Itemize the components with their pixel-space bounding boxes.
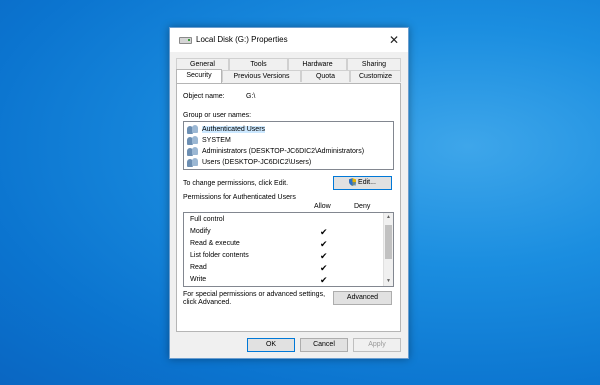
permission-label: List folder contents — [190, 252, 249, 259]
permission-row: Write — [190, 274, 206, 286]
scrollbar-thumb[interactable] — [385, 225, 392, 259]
group-item-system[interactable]: SYSTEM — [187, 135, 231, 145]
tab-previous-versions[interactable]: Previous Versions — [222, 70, 301, 82]
permission-label: Full control — [190, 216, 225, 223]
tab-hardware[interactable]: Hardware — [288, 58, 347, 70]
special-permissions-text: For special permissions or advanced sett… — [183, 291, 326, 298]
title-bar[interactable]: Local Disk (G:) Properties ✕ — [170, 28, 408, 52]
permission-label: Write — [190, 276, 207, 283]
permission-row: Full control — [190, 214, 224, 226]
edit-button-label: Edit... — [358, 179, 376, 186]
allow-check-read: ✔ — [320, 263, 328, 273]
tab-customize[interactable]: Customize — [350, 70, 401, 82]
allow-check-list-folder: ✔ — [320, 251, 328, 261]
permission-label: Read & execute — [190, 240, 240, 247]
object-name-value: G:\ — [246, 93, 256, 100]
group-item-users[interactable]: Users (DESKTOP-JC6DIC2\Users) — [187, 157, 311, 167]
permission-row: Read & execute — [190, 238, 240, 250]
tab-security[interactable]: Security — [176, 69, 222, 83]
user-group-icon — [187, 146, 200, 156]
tab-tools[interactable]: Tools — [229, 58, 288, 70]
scroll-up-icon[interactable]: ▲ — [384, 213, 393, 222]
group-item-label: Administrators (DESKTOP-JC6DIC2\Administ… — [202, 147, 365, 155]
advanced-button[interactable]: Advanced — [333, 291, 392, 305]
permission-label: Read — [190, 264, 207, 271]
allow-column-label: Allow — [314, 203, 331, 210]
permissions-list[interactable]: Full control Modify Read & execute List … — [183, 212, 394, 287]
change-permissions-text: To change permissions, click Edit. — [183, 180, 289, 187]
permission-row: List folder contents — [190, 250, 249, 262]
groups-label: Group or user names: — [183, 112, 252, 119]
drive-icon — [179, 37, 192, 44]
security-panel: Object name: G:\ Group or user names: Au… — [176, 83, 401, 332]
apply-button[interactable]: Apply — [353, 338, 401, 352]
groups-listbox[interactable]: Authenticated Users SYSTEM Administrator… — [183, 121, 394, 170]
properties-dialog: Local Disk (G:) Properties ✕ General Too… — [169, 27, 409, 359]
tab-sharing[interactable]: Sharing — [347, 58, 401, 70]
close-button[interactable]: ✕ — [380, 28, 408, 52]
object-name-label: Object name: — [183, 93, 225, 100]
shield-icon — [349, 178, 357, 187]
user-group-icon — [187, 135, 200, 145]
tab-quota[interactable]: Quota — [301, 70, 350, 82]
cancel-button[interactable]: Cancel — [300, 338, 348, 352]
permissions-scrollbar[interactable]: ▲ ▼ — [383, 213, 393, 286]
group-item-label: Authenticated Users — [202, 125, 266, 133]
allow-check-read-execute: ✔ — [320, 239, 328, 249]
scroll-down-icon[interactable]: ▼ — [384, 277, 393, 286]
permission-row: Read — [190, 262, 207, 274]
window-title: Local Disk (G:) Properties — [196, 35, 288, 44]
ok-button[interactable]: OK — [247, 338, 295, 352]
special-permissions-text-2: click Advanced. — [183, 299, 232, 306]
group-item-authenticated-users[interactable]: Authenticated Users — [187, 124, 266, 134]
user-group-icon — [187, 157, 200, 167]
deny-column-label: Deny — [354, 203, 371, 210]
permission-row: Modify — [190, 226, 211, 238]
group-item-label: SYSTEM — [202, 136, 231, 144]
permission-label: Modify — [190, 228, 211, 235]
group-item-label: Users (DESKTOP-JC6DIC2\Users) — [202, 158, 312, 166]
user-group-icon — [187, 124, 200, 134]
allow-check-modify: ✔ — [320, 227, 328, 237]
allow-check-write: ✔ — [320, 275, 328, 285]
edit-button[interactable]: Edit... — [333, 176, 392, 190]
permissions-header: Permissions for Authenticated Users — [183, 194, 296, 201]
group-item-administrators[interactable]: Administrators (DESKTOP-JC6DIC2\Administ… — [187, 146, 364, 156]
